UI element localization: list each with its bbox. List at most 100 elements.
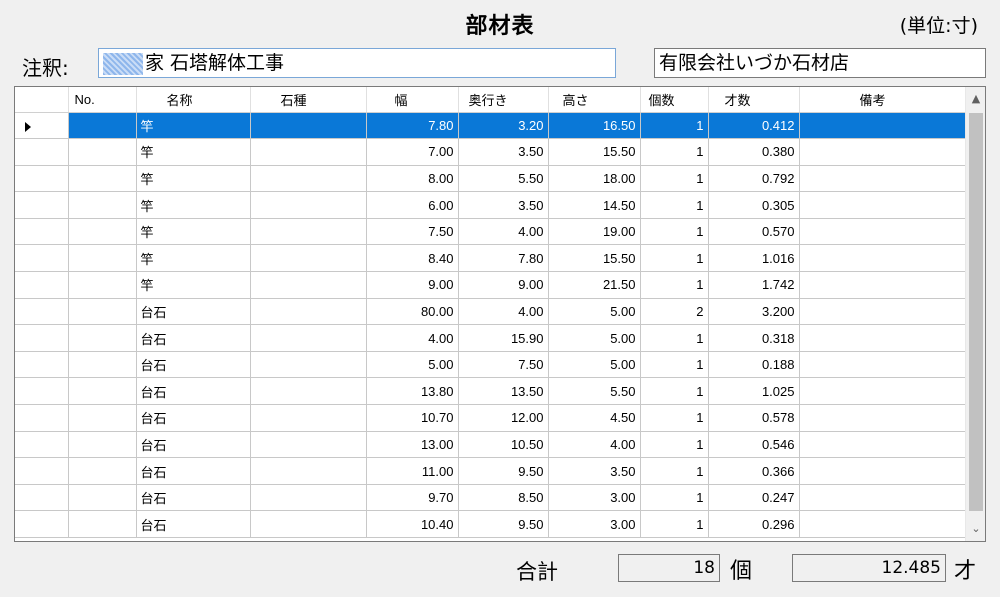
cell-width[interactable]: 7.50 [366, 218, 459, 246]
cell-no[interactable] [68, 457, 137, 485]
cell-width[interactable]: 8.00 [366, 165, 459, 193]
row-header[interactable] [15, 298, 69, 326]
cell-stone-type[interactable] [250, 244, 367, 273]
cell-remarks[interactable] [799, 457, 966, 485]
cell-no[interactable] [68, 271, 137, 299]
cell-remarks[interactable] [799, 138, 966, 166]
cell-size[interactable]: 0.546 [708, 431, 800, 459]
cell-depth[interactable]: 4.00 [458, 298, 549, 326]
column-header-width[interactable]: 幅 [366, 87, 459, 113]
cell-height[interactable]: 19.00 [548, 218, 641, 246]
cell-size[interactable]: 1.742 [708, 271, 800, 299]
cell-width[interactable]: 7.00 [366, 138, 459, 166]
cell-stone-type[interactable] [250, 191, 367, 219]
cell-name[interactable]: 台石 [136, 431, 251, 459]
cell-count[interactable]: 1 [640, 244, 709, 273]
cell-stone-type[interactable] [250, 431, 367, 459]
row-header[interactable] [15, 271, 69, 299]
cell-name[interactable]: 竿 [136, 112, 251, 140]
cell-height[interactable]: 5.00 [548, 324, 641, 352]
cell-depth[interactable]: 7.50 [458, 351, 549, 379]
table-row[interactable]: 台石 13.00 10.50 4.00 1 0.546 [15, 431, 966, 459]
cell-remarks[interactable] [799, 324, 966, 352]
table-row[interactable]: 台石 10.40 9.50 3.00 1 0.296 [15, 510, 966, 538]
cell-no[interactable] [68, 377, 137, 406]
cell-height[interactable]: 3.50 [548, 457, 641, 485]
cell-size[interactable]: 0.188 [708, 351, 800, 379]
cell-height[interactable]: 5.50 [548, 377, 641, 406]
cell-stone-type[interactable] [250, 377, 367, 406]
cell-depth[interactable]: 3.50 [458, 191, 549, 219]
cell-count[interactable]: 1 [640, 404, 709, 432]
table-row[interactable]: 台石 10.70 12.00 4.50 1 0.578 [15, 404, 966, 432]
cell-size[interactable]: 0.570 [708, 218, 800, 246]
table-row[interactable]: 台石 9.70 8.50 3.00 1 0.247 [15, 484, 966, 512]
cell-no[interactable] [68, 298, 137, 326]
cell-stone-type[interactable] [250, 298, 367, 326]
cell-name[interactable]: 台石 [136, 298, 251, 326]
column-header-depth[interactable]: 奥行き [458, 87, 549, 113]
cell-count[interactable]: 1 [640, 324, 709, 352]
cell-width[interactable]: 13.00 [366, 431, 459, 459]
row-header[interactable] [15, 138, 69, 166]
cell-count[interactable]: 1 [640, 351, 709, 379]
cell-name[interactable]: 竿 [136, 138, 251, 166]
cell-depth[interactable]: 10.50 [458, 431, 549, 459]
column-header-name[interactable]: 名称 [136, 87, 251, 113]
cell-width[interactable]: 13.80 [366, 377, 459, 406]
cell-size[interactable]: 0.366 [708, 457, 800, 485]
cell-width[interactable]: 11.00 [366, 457, 459, 485]
cell-width[interactable]: 7.80 [366, 112, 459, 140]
cell-stone-type[interactable] [250, 271, 367, 299]
cell-count[interactable]: 1 [640, 271, 709, 299]
table-row[interactable]: 台石 80.00 4.00 5.00 2 3.200 [15, 298, 966, 326]
chevron-down-icon[interactable]: ⌄ [966, 519, 985, 539]
cell-count[interactable]: 1 [640, 165, 709, 193]
cell-depth[interactable]: 7.80 [458, 244, 549, 273]
cell-width[interactable]: 6.00 [366, 191, 459, 219]
row-header[interactable] [15, 218, 69, 246]
cell-remarks[interactable] [799, 298, 966, 326]
cell-no[interactable] [68, 244, 137, 273]
cell-depth[interactable]: 9.50 [458, 457, 549, 485]
cell-no[interactable] [68, 112, 137, 140]
cell-height[interactable]: 3.00 [548, 484, 641, 512]
column-header-height[interactable]: 高さ [548, 87, 641, 113]
row-header[interactable] [15, 165, 69, 193]
row-header[interactable] [15, 457, 69, 485]
cell-stone-type[interactable] [250, 484, 367, 512]
row-header[interactable] [15, 324, 69, 352]
cell-no[interactable] [68, 324, 137, 352]
cell-stone-type[interactable] [250, 457, 367, 485]
cell-remarks[interactable] [799, 218, 966, 246]
cell-height[interactable]: 4.50 [548, 404, 641, 432]
cell-size[interactable]: 1.016 [708, 244, 800, 273]
row-header[interactable] [15, 431, 69, 459]
table-row[interactable]: 台石 4.00 15.90 5.00 1 0.318 [15, 324, 966, 352]
cell-depth[interactable]: 13.50 [458, 377, 549, 406]
cell-width[interactable]: 10.70 [366, 404, 459, 432]
cell-name[interactable]: 竿 [136, 218, 251, 246]
row-header[interactable] [15, 244, 69, 273]
cell-count[interactable]: 1 [640, 138, 709, 166]
chevron-up-icon[interactable]: ▲ [966, 89, 985, 109]
table-row[interactable]: 竿 7.80 3.20 16.50 1 0.412 [15, 112, 966, 140]
cell-count[interactable]: 1 [640, 191, 709, 219]
scroll-thumb[interactable] [969, 113, 983, 511]
table-row[interactable]: 竿 7.00 3.50 15.50 1 0.380 [15, 138, 966, 166]
note-input[interactable]: 家 石塔解体工事 [98, 48, 616, 78]
table-row[interactable]: 竿 8.40 7.80 15.50 1 1.016 [15, 244, 966, 273]
cell-name[interactable]: 竿 [136, 165, 251, 193]
cell-remarks[interactable] [799, 191, 966, 219]
cell-stone-type[interactable] [250, 404, 367, 432]
cell-depth[interactable]: 9.50 [458, 510, 549, 538]
cell-height[interactable]: 18.00 [548, 165, 641, 193]
cell-count[interactable]: 1 [640, 457, 709, 485]
cell-stone-type[interactable] [250, 510, 367, 538]
cell-size[interactable]: 3.200 [708, 298, 800, 326]
cell-height[interactable]: 5.00 [548, 298, 641, 326]
column-header-size[interactable]: 才数 [708, 87, 800, 113]
cell-size[interactable]: 0.380 [708, 138, 800, 166]
cell-count[interactable]: 2 [640, 298, 709, 326]
column-header-count[interactable]: 個数 [640, 87, 709, 113]
